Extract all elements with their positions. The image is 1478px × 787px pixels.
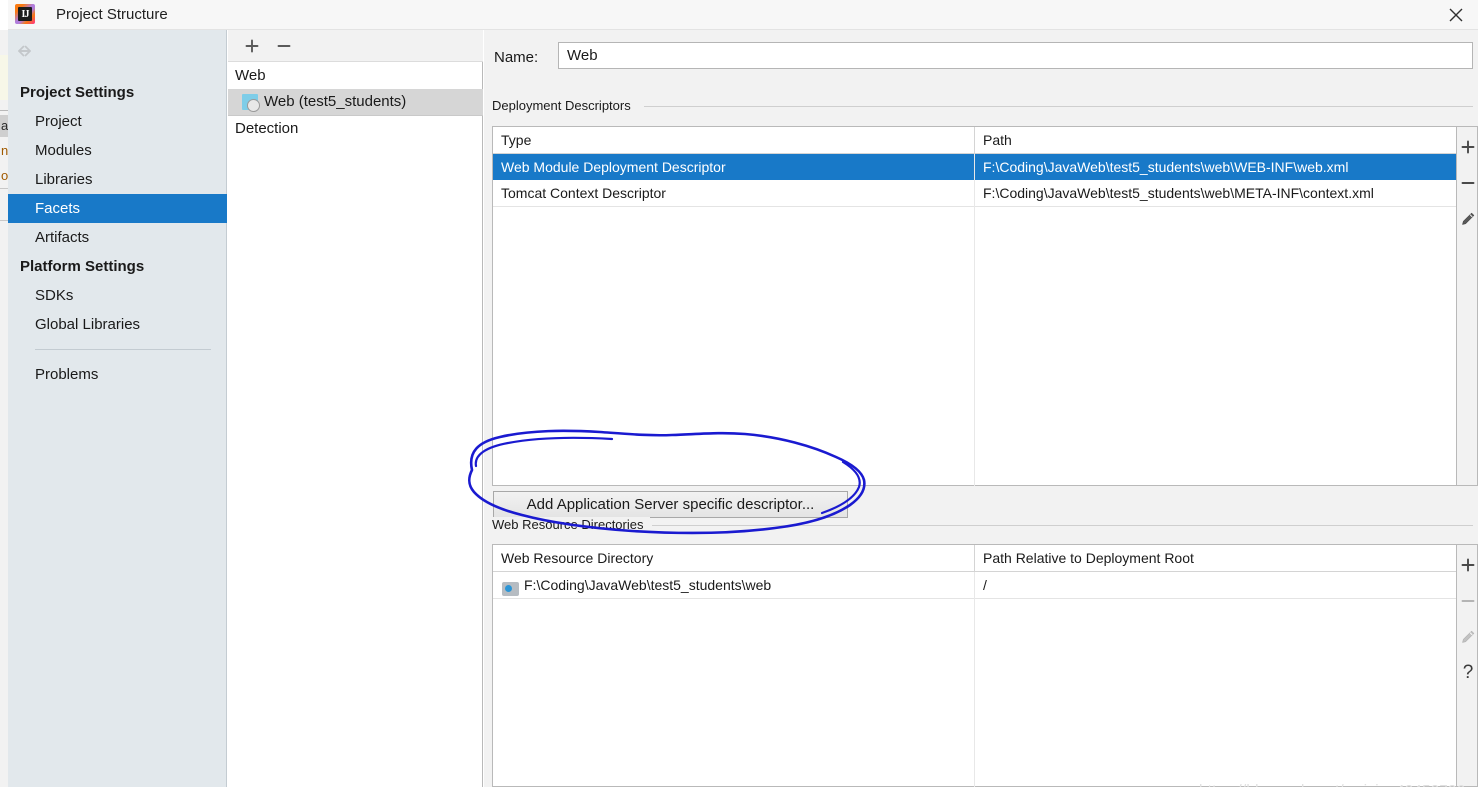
column-divider[interactable]	[974, 545, 975, 571]
sidebar-item-modules[interactable]: Modules	[8, 136, 227, 165]
cell-type: Tomcat Context Descriptor	[501, 185, 666, 201]
intellij-idea-icon: IJ	[15, 4, 35, 24]
help-icon[interactable]: ?	[1455, 659, 1478, 687]
facets-panel: Web Web (test5_students) Detection	[228, 30, 483, 787]
column-header-type[interactable]: Type	[493, 127, 531, 153]
column-divider[interactable]	[974, 127, 975, 153]
column-header-path-relative[interactable]: Path Relative to Deployment Root	[975, 545, 1194, 571]
minus-icon[interactable]	[1455, 169, 1478, 197]
settings-sidebar: Project Settings Project Modules Librari…	[8, 30, 227, 787]
cell-directory: F:\Coding\JavaWeb\test5_students\web	[493, 577, 772, 596]
deployment-descriptors-title: Deployment Descriptors	[492, 98, 638, 113]
plus-icon[interactable]	[1455, 551, 1478, 579]
sidebar-item-sdks[interactable]: SDKs	[8, 281, 227, 310]
sidebar-divider	[35, 349, 211, 350]
sidebar-item-facets[interactable]: Facets	[8, 194, 227, 223]
bg-fragment-yellow	[0, 55, 8, 100]
column-header-web-resource-directory[interactable]: Web Resource Directory	[493, 545, 653, 571]
folder-icon	[502, 582, 519, 596]
window-title: Project Structure	[56, 6, 168, 23]
bg-divider	[0, 188, 8, 189]
close-icon[interactable]	[1433, 0, 1478, 30]
column-divider	[974, 154, 975, 486]
facet-details-panel: Name: Deployment Descriptors Type Path W…	[484, 30, 1478, 787]
name-label: Name:	[494, 49, 539, 66]
web-resource-directories-title: Web Resource Directories	[492, 517, 651, 532]
facet-group-detection[interactable]: Detection	[228, 116, 483, 142]
remove-facet-button[interactable]	[273, 35, 295, 57]
facet-group-web[interactable]: Web	[228, 63, 483, 89]
pencil-icon[interactable]	[1455, 205, 1478, 233]
sidebar-item-artifacts[interactable]: Artifacts	[8, 223, 227, 252]
table-header: Type Path	[493, 127, 1456, 154]
column-header-path[interactable]: Path	[975, 127, 1012, 153]
plus-icon[interactable]	[1455, 133, 1478, 161]
add-application-server-descriptor-button[interactable]: Add Application Server specific descript…	[493, 491, 848, 518]
sidebar-item-global-libraries[interactable]: Global Libraries	[8, 310, 227, 339]
navigation-arrows	[16, 40, 96, 64]
sidebar-item-problems[interactable]: Problems	[8, 360, 227, 389]
add-facet-button[interactable]	[241, 35, 263, 57]
pencil-icon	[1455, 623, 1478, 651]
deployment-descriptors-table: Type Path Web Module Deployment Descript…	[492, 126, 1457, 486]
table-header: Web Resource Directory Path Relative to …	[493, 545, 1456, 572]
sidebar-group-project-settings: Project Settings	[20, 84, 135, 101]
watermark-text: https://blog.csdn.net/weixin_42452726	[1199, 782, 1465, 787]
section-divider	[644, 106, 1473, 107]
sidebar-item-libraries[interactable]: Libraries	[8, 165, 227, 194]
background-ide-sliver: a n o	[0, 30, 8, 787]
web-resource-directories-table: Web Resource Directory Path Relative to …	[492, 544, 1457, 787]
cell-type: Web Module Deployment Descriptor	[501, 159, 726, 175]
name-input[interactable]	[558, 42, 1473, 69]
cell-relative-path: /	[983, 577, 987, 593]
cell-path: F:\Coding\JavaWeb\test5_students\web\MET…	[983, 185, 1374, 201]
column-divider	[974, 572, 975, 787]
facet-item-label: Web (test5_students)	[264, 93, 407, 110]
sidebar-item-project[interactable]: Project	[8, 107, 227, 136]
facet-item-web-test5-students[interactable]: Web (test5_students)	[228, 89, 483, 115]
app-icon-glyph: IJ	[21, 8, 30, 20]
sidebar-group-platform-settings: Platform Settings	[20, 258, 145, 275]
facets-toolbar	[228, 30, 483, 62]
minus-icon	[1455, 587, 1478, 615]
title-bar: IJ Project Structure	[8, 0, 1478, 30]
project-structure-dialog: a n o IJ Project Structure Project Setti…	[0, 0, 1478, 787]
facets-tree: Web Web (test5_students) Detection	[228, 63, 483, 142]
web-resource-table-toolbar: ?	[1457, 544, 1478, 787]
dialog-window: IJ Project Structure Project Settings Pr…	[8, 0, 1478, 787]
cell-directory-label: F:\Coding\JavaWeb\test5_students\web	[524, 577, 772, 593]
cell-path: F:\Coding\JavaWeb\test5_students\web\WEB…	[983, 159, 1349, 175]
section-divider	[652, 525, 1473, 526]
bg-divider	[0, 110, 8, 111]
sidebar-list: Project Settings Project Modules Librari…	[8, 78, 227, 389]
bg-divider	[0, 220, 8, 221]
web-facet-icon	[242, 94, 260, 112]
deployment-table-toolbar	[1457, 126, 1478, 486]
